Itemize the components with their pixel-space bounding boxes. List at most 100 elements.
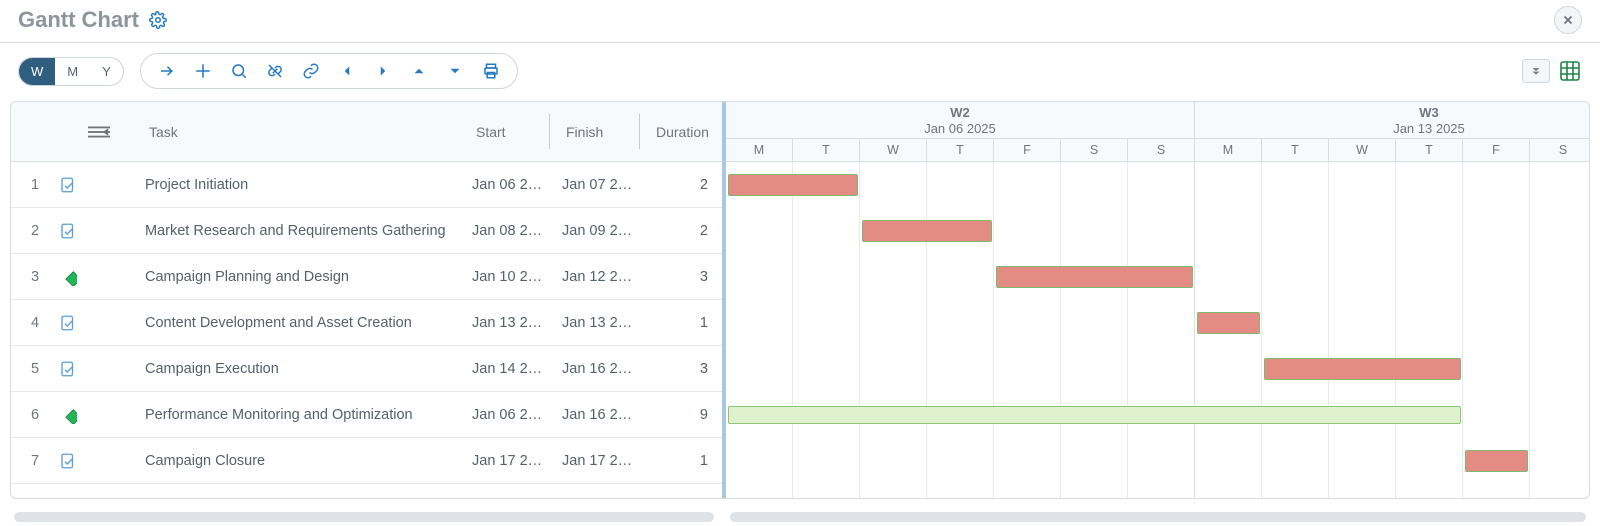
day-header: T bbox=[793, 139, 860, 161]
print-icon[interactable] bbox=[473, 57, 509, 85]
task-icon bbox=[59, 452, 139, 470]
right-scrollbar[interactable] bbox=[730, 512, 1586, 522]
timescale-year[interactable]: Y bbox=[90, 58, 123, 85]
table-row[interactable]: 5Campaign ExecutionJan 14 2025Jan 16 202… bbox=[11, 346, 722, 392]
row-number: 1 bbox=[11, 177, 59, 193]
day-header: T bbox=[1262, 139, 1329, 161]
task-start: Jan 08 2025 bbox=[466, 223, 556, 239]
task-icon bbox=[59, 176, 139, 194]
left-scrollbar[interactable] bbox=[14, 512, 714, 522]
task-bar[interactable] bbox=[1197, 312, 1260, 334]
task-name: Project Initiation bbox=[139, 177, 466, 193]
table-row[interactable]: 4Content Development and Asset CreationJ… bbox=[11, 300, 722, 346]
prev-icon[interactable] bbox=[329, 57, 365, 85]
day-header: M bbox=[1195, 139, 1262, 161]
col-start[interactable]: Start bbox=[466, 124, 556, 140]
row-number: 3 bbox=[11, 269, 59, 285]
summary-task-icon bbox=[59, 406, 139, 424]
summary-bar[interactable] bbox=[728, 406, 1461, 424]
task-duration: 3 bbox=[646, 361, 722, 377]
task-grid-header: Task Start Finish Duration bbox=[11, 102, 722, 162]
day-header: W bbox=[860, 139, 927, 161]
timeline-row bbox=[726, 392, 1589, 438]
day-header: F bbox=[1463, 139, 1530, 161]
task-duration: 1 bbox=[646, 315, 722, 331]
timescale-segment: W M Y bbox=[18, 57, 124, 86]
table-row[interactable]: 2 Market Research and Requirements Gather… bbox=[11, 208, 722, 254]
task-finish: Jan 12 2025 bbox=[556, 269, 646, 285]
task-start: Jan 17 2025 bbox=[466, 453, 556, 469]
task-bar[interactable] bbox=[728, 174, 858, 196]
toolbar-actions bbox=[140, 53, 518, 89]
collapse-down-icon[interactable] bbox=[437, 57, 473, 85]
task-icon bbox=[59, 314, 139, 332]
row-number: 6 bbox=[11, 407, 59, 423]
task-finish: Jan 16 2025 bbox=[556, 407, 646, 423]
task-duration: 3 bbox=[646, 269, 722, 285]
gear-icon[interactable] bbox=[149, 11, 167, 29]
export-excel-icon[interactable] bbox=[1558, 59, 1582, 83]
search-icon[interactable] bbox=[221, 57, 257, 85]
task-duration: 9 bbox=[646, 407, 722, 423]
timeline-row bbox=[726, 438, 1589, 484]
task-name: Performance Monitoring and Optimization bbox=[139, 407, 466, 423]
page-title: Gantt Chart bbox=[18, 7, 139, 33]
expand-panel-button[interactable] bbox=[1522, 59, 1550, 83]
task-start: Jan 10 2025 bbox=[466, 269, 556, 285]
unlink-icon[interactable] bbox=[257, 57, 293, 85]
close-button[interactable] bbox=[1554, 6, 1582, 34]
task-bar[interactable] bbox=[996, 266, 1193, 288]
timescale-week[interactable]: W bbox=[19, 58, 55, 85]
week-header: W3Jan 13 2025 bbox=[1195, 102, 1589, 138]
timeline-row bbox=[726, 300, 1589, 346]
task-start: Jan 13 2025 bbox=[466, 315, 556, 331]
task-finish: Jan 13 2025 bbox=[556, 315, 646, 331]
table-row[interactable]: 6 Performance Monitoring and Optimization… bbox=[11, 392, 722, 438]
day-header: M bbox=[726, 139, 793, 161]
col-finish[interactable]: Finish bbox=[556, 124, 646, 140]
day-header: S bbox=[1061, 139, 1128, 161]
task-name: Campaign Execution bbox=[139, 361, 466, 377]
table-row[interactable]: 1 Project InitiationJan 06 2025Jan 07 202… bbox=[11, 162, 722, 208]
day-header: T bbox=[927, 139, 994, 161]
task-finish: Jan 09 2025 bbox=[556, 223, 646, 239]
timeline-row bbox=[726, 162, 1589, 208]
row-number: 2 bbox=[11, 223, 59, 239]
collapse-up-icon[interactable] bbox=[401, 57, 437, 85]
task-start: Jan 14 2025 bbox=[466, 361, 556, 377]
task-name: Campaign Closure bbox=[139, 453, 466, 469]
next-icon[interactable] bbox=[365, 57, 401, 85]
link-icon[interactable] bbox=[293, 57, 329, 85]
row-number: 4 bbox=[11, 315, 59, 331]
table-row[interactable]: 7Campaign ClosureJan 17 2025Jan 17 20251 bbox=[11, 438, 722, 484]
timeline-row bbox=[726, 208, 1589, 254]
table-row[interactable]: 3 Campaign Planning and DesignJan 10 2025… bbox=[11, 254, 722, 300]
day-header: F bbox=[994, 139, 1061, 161]
col-duration[interactable]: Duration bbox=[646, 124, 722, 140]
goto-icon[interactable] bbox=[149, 57, 185, 85]
timeline-row bbox=[726, 254, 1589, 300]
row-number: 7 bbox=[11, 453, 59, 469]
task-duration: 2 bbox=[646, 177, 722, 193]
col-task[interactable]: Task bbox=[139, 124, 466, 140]
task-finish: Jan 17 2025 bbox=[556, 453, 646, 469]
task-bar[interactable] bbox=[1465, 450, 1528, 472]
day-header: W bbox=[1329, 139, 1396, 161]
row-number: 5 bbox=[11, 361, 59, 377]
summary-task-icon bbox=[59, 268, 139, 286]
task-finish: Jan 07 2025 bbox=[556, 177, 646, 193]
timeline-row bbox=[726, 346, 1589, 392]
indent-icon[interactable] bbox=[59, 124, 139, 140]
task-bar[interactable] bbox=[862, 220, 992, 242]
today-icon[interactable] bbox=[185, 57, 221, 85]
task-name: Market Research and Requirements Gatheri… bbox=[139, 223, 466, 239]
timescale-month[interactable]: M bbox=[55, 58, 90, 85]
task-name: Campaign Planning and Design bbox=[139, 269, 466, 285]
task-icon bbox=[59, 222, 139, 240]
task-grid: Task Start Finish Duration 1 Project Init… bbox=[11, 102, 726, 498]
task-start: Jan 06 2025 bbox=[466, 177, 556, 193]
day-header: S bbox=[1128, 139, 1195, 161]
week-header: W2Jan 06 2025 bbox=[726, 102, 1195, 138]
task-bar[interactable] bbox=[1264, 358, 1461, 380]
task-icon bbox=[59, 360, 139, 378]
